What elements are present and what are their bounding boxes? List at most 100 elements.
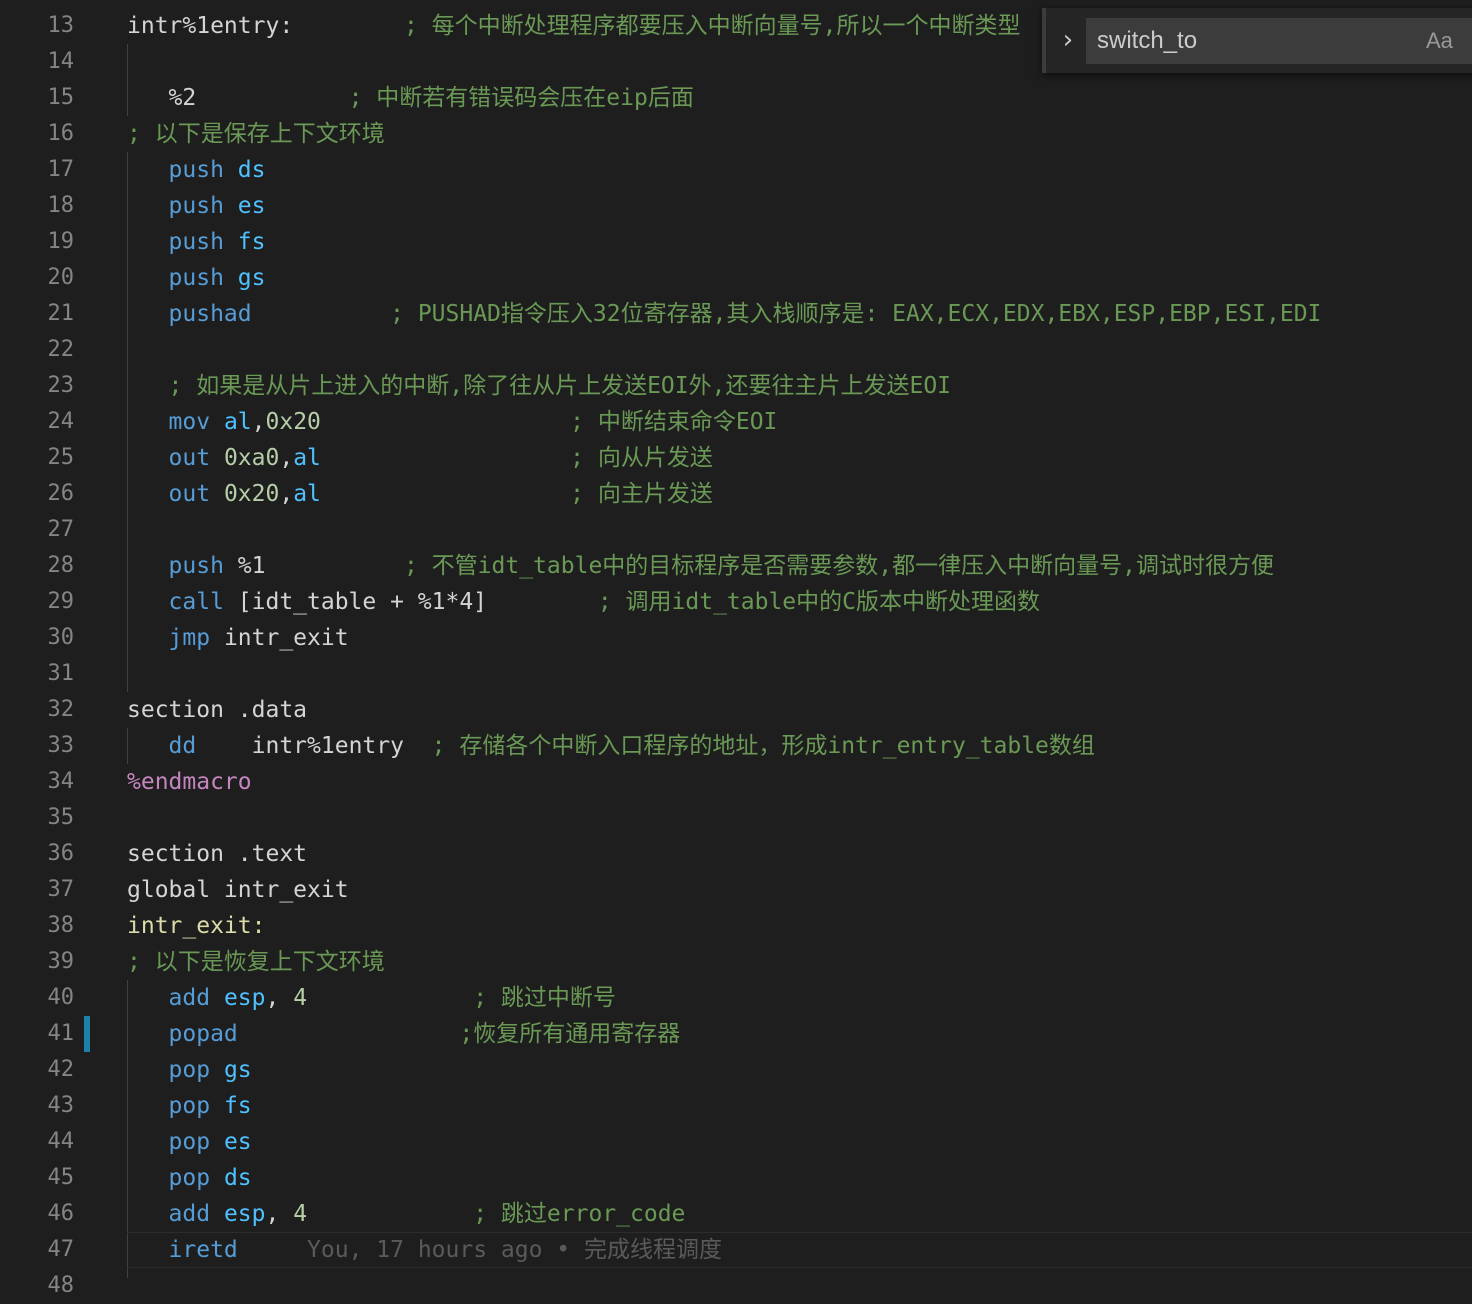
find-input[interactable] xyxy=(1086,18,1472,64)
code-line[interactable]: 18 push es xyxy=(0,188,1472,224)
code-keyword: push xyxy=(168,265,224,291)
code-register: al xyxy=(223,409,252,435)
code-line[interactable]: 36 section .text xyxy=(0,836,1472,872)
line-code: global intr_exit xyxy=(127,872,349,908)
find-widget: › Aa xyxy=(1042,8,1472,73)
line-code: %2 ; 中断若有错误码会压在eip后面 xyxy=(127,80,694,116)
line-number: 31 xyxy=(47,661,75,686)
line-code: iretd You, 17 hours ago • 完成线程调度 xyxy=(127,1232,722,1268)
line-number: 19 xyxy=(47,229,75,254)
code-line[interactable]: 40 add esp, 4 ; 跳过中断号 xyxy=(0,980,1472,1016)
code-text: section .data xyxy=(127,697,308,723)
code-line[interactable]: 38 intr_exit: xyxy=(0,908,1472,944)
match-case-toggle[interactable]: Aa xyxy=(1426,28,1453,54)
line-code: pushad ; PUSHAD指令压入32位寄存器,其入栈顺序是: EAX,EC… xyxy=(127,296,1322,332)
code-line[interactable]: 27 xyxy=(0,512,1472,548)
line-number: 32 xyxy=(47,697,75,722)
code-keyword: add xyxy=(168,985,211,1011)
code-register: gs xyxy=(223,1057,252,1083)
code-register: fs xyxy=(237,229,266,255)
line-code: pop ds xyxy=(127,1160,252,1196)
code-line[interactable]: 37 global intr_exit xyxy=(0,872,1472,908)
code-line[interactable]: 22 xyxy=(0,332,1472,368)
code-register: es xyxy=(237,193,266,219)
code-line[interactable]: 16 ; 以下是保存上下文环境 xyxy=(0,116,1472,152)
code-line[interactable]: 15 %2 ; 中断若有错误码会压在eip后面 xyxy=(0,80,1472,116)
code-register: al xyxy=(293,445,321,471)
code-line[interactable]: 47 iretd You, 17 hours ago • 完成线程调度 xyxy=(0,1232,1472,1268)
code-line[interactable]: 34 %endmacro xyxy=(0,764,1472,800)
code-keyword: call xyxy=(168,589,224,615)
code-line[interactable]: 25 out 0xa0,al ; 向从片发送 xyxy=(0,440,1472,476)
line-number: 40 xyxy=(47,985,75,1010)
code-line[interactable]: 28 push %1 ; 不管idt_table中的目标程序是否需要参数,都一律… xyxy=(0,548,1472,584)
line-number: 38 xyxy=(47,913,75,938)
code-line[interactable]: 17 push ds xyxy=(0,152,1472,188)
code-line[interactable]: 41 popad ;恢复所有通用寄存器 xyxy=(0,1016,1472,1052)
code-number: 4 xyxy=(293,985,308,1011)
code-line[interactable]: 24 mov al,0x20 ; 中断结束命令EOI xyxy=(0,404,1472,440)
line-code: push %1 ; 不管idt_table中的目标程序是否需要参数,都一律压入中… xyxy=(127,548,1274,584)
line-number: 36 xyxy=(47,841,75,866)
code-line[interactable]: 48 xyxy=(0,1268,1472,1304)
code-keyword: push xyxy=(168,553,224,579)
line-number: 16 xyxy=(47,121,75,146)
chevron-right-icon[interactable]: › xyxy=(1056,26,1080,56)
code-line[interactable]: 45 pop ds xyxy=(0,1160,1472,1196)
code-text: , xyxy=(265,985,294,1011)
line-number: 33 xyxy=(47,733,75,758)
code-keyword: add xyxy=(168,1201,211,1227)
code-number: 0x20 xyxy=(265,409,321,435)
code-line[interactable]: 35 xyxy=(0,800,1472,836)
code-line[interactable]: 30 jmp intr_exit xyxy=(0,620,1472,656)
line-number: 26 xyxy=(47,481,75,506)
line-code: section .data xyxy=(127,692,307,728)
code-line[interactable]: 33 dd intr%1entry ; 存储各个中断入口程序的地址，形成intr… xyxy=(0,728,1472,764)
git-blame-annotation: You, 17 hours ago • 完成线程调度 xyxy=(307,1237,722,1263)
code-comment: ; PUSHAD指令压入32位寄存器,其入栈顺序是: EAX,ECX,EDX,E… xyxy=(390,301,1322,327)
code-comment: ; 如果是从片上进入的中断,除了往从片上发送EOI外,还要往主片上发送EOI xyxy=(168,373,952,399)
code-line[interactable]: 19 push fs xyxy=(0,224,1472,260)
code-line[interactable]: 23 ; 如果是从片上进入的中断,除了往从片上发送EOI外,还要往主片上发送EO… xyxy=(0,368,1472,404)
code-register: esp xyxy=(223,985,266,1011)
line-number: 29 xyxy=(47,589,75,614)
code-line[interactable]: 26 out 0x20,al ; 向主片发送 xyxy=(0,476,1472,512)
code-line[interactable]: 32 section .data xyxy=(0,692,1472,728)
code-keyword: out xyxy=(168,481,211,507)
code-line[interactable]: 20 push gs xyxy=(0,260,1472,296)
code-line[interactable]: 46 add esp, 4 ; 跳过error_code xyxy=(0,1196,1472,1232)
code-keyword: pushad xyxy=(168,301,252,327)
code-line[interactable]: 44 pop es xyxy=(0,1124,1472,1160)
code-line[interactable]: 42 pop gs xyxy=(0,1052,1472,1088)
line-number: 22 xyxy=(47,337,75,362)
code-editor[interactable]: 13 intr%1entry: ; 每个中断处理程序都要压入中断向量号,所以一个中… xyxy=(0,8,1472,1298)
code-line[interactable]: 29 call [idt_table + %1*4] ; 调用idt_table… xyxy=(0,584,1472,620)
code-comment: ; 存储各个中断入口程序的地址，形成intr_entry_table数组 xyxy=(431,733,1095,759)
code-line[interactable]: 21 pushad ; PUSHAD指令压入32位寄存器,其入栈顺序是: EAX… xyxy=(0,296,1472,332)
line-number: 46 xyxy=(47,1201,75,1226)
line-code: section .text xyxy=(127,836,307,872)
code-line[interactable]: 39 ; 以下是恢复上下文环境 xyxy=(0,944,1472,980)
code-line[interactable]: 31 xyxy=(0,656,1472,692)
code-line[interactable]: 43 pop fs xyxy=(0,1088,1472,1124)
code-text: intr%1entry: xyxy=(127,13,294,39)
line-code: out 0xa0,al ; 向从片发送 xyxy=(127,440,713,476)
